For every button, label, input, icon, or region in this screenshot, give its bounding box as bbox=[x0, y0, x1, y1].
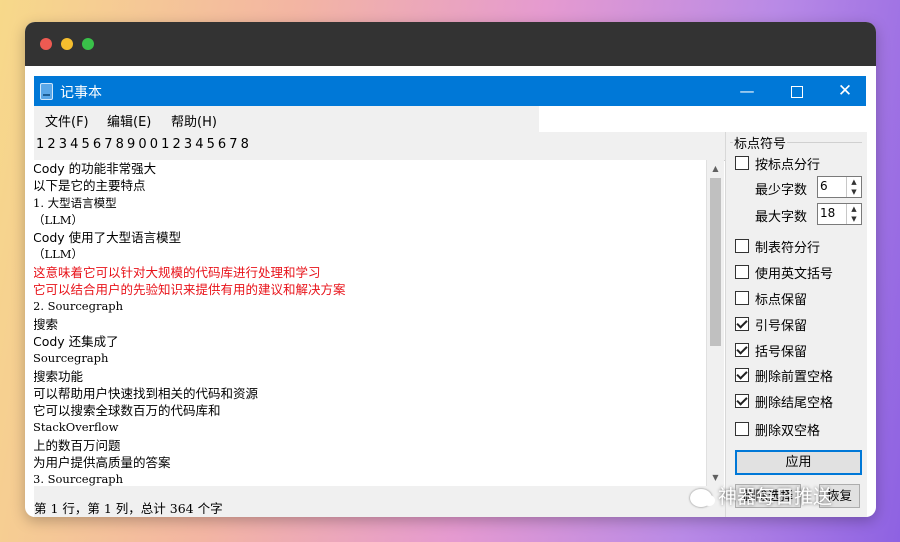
text-editor[interactable]: Cody 的功能非常强大 以下是它的主要特点 1. 大型语言模型 （LLM） Cody … bbox=[34, 160, 706, 486]
status-bar: 第 1 行，第 1 列，总计 364 个字 bbox=[34, 494, 725, 517]
menu-edit[interactable]: 编辑(E) bbox=[107, 111, 151, 130]
editor-line: Cody 的功能非常强大 bbox=[34, 161, 157, 176]
mac-zoom-dot[interactable] bbox=[82, 38, 94, 50]
window-title-bar: 记事本 — ✕ bbox=[34, 76, 866, 106]
spin-down-icon[interactable]: ▼ bbox=[847, 187, 861, 197]
checkbox-label: 使用英文括号 bbox=[755, 266, 834, 282]
checkbox-box[interactable] bbox=[735, 156, 749, 170]
column-ruler: 1234567890012345678 bbox=[34, 132, 725, 161]
min-chars-spinner[interactable]: 6 ▲ ▼ bbox=[817, 176, 862, 198]
checkbox-box[interactable] bbox=[735, 291, 749, 305]
checkbox-label: 删除双空格 bbox=[755, 423, 821, 439]
checkbox-box[interactable] bbox=[735, 239, 749, 253]
checkbox-box[interactable] bbox=[735, 343, 749, 357]
tab-split-checkbox[interactable]: 制表符分行 bbox=[735, 237, 821, 256]
editor-line: 它可以结合用户的先验知识来提供有用的建议和解决方案 bbox=[34, 282, 346, 298]
wechat-icon bbox=[690, 488, 715, 507]
editor-line: 这意味着它可以针对大规模的代码库进行处理和学习 bbox=[34, 264, 321, 280]
checkbox-box[interactable] bbox=[735, 265, 749, 279]
max-chars-value[interactable]: 18 bbox=[820, 206, 835, 220]
spin-down-icon[interactable]: ▼ bbox=[847, 214, 861, 224]
editor-line: 3. Sourcegraph bbox=[34, 472, 124, 486]
editor-line: Sourcegraph bbox=[34, 351, 109, 366]
keep-quotes-checkbox[interactable]: 引号保留 bbox=[735, 315, 808, 334]
trim-trailing-checkbox[interactable]: 删除结尾空格 bbox=[735, 392, 834, 411]
editor-line: 以下是它的主要特点 bbox=[34, 178, 146, 194]
checkbox-label: 引号保留 bbox=[755, 318, 808, 334]
checkbox-box[interactable] bbox=[735, 317, 749, 331]
min-chars-label: 最少字数 bbox=[755, 183, 808, 198]
editor-line: 2. Sourcegraph bbox=[34, 299, 124, 314]
screenshot-frame: 记事本 — ✕ 文件(F) 编辑(E) 帮助(H) 12345678900123… bbox=[25, 22, 876, 517]
editor-line: 可以帮助用户快速找到相关的代码和资源 bbox=[34, 385, 259, 401]
checkbox-box[interactable] bbox=[735, 368, 749, 382]
checkbox-label: 删除前置空格 bbox=[755, 369, 834, 385]
notepad-app-icon bbox=[40, 83, 53, 100]
group-title: 标点符号 bbox=[733, 133, 788, 152]
ruler-digits: 1234567890012345678 bbox=[36, 137, 253, 152]
menu-bar: 文件(F) 编辑(E) 帮助(H) bbox=[34, 106, 539, 132]
checkbox-label: 括号保留 bbox=[755, 344, 808, 360]
close-button[interactable]: ✕ bbox=[822, 76, 868, 106]
mac-minimize-dot[interactable] bbox=[61, 38, 73, 50]
mac-close-dot[interactable] bbox=[40, 38, 52, 50]
checkbox-label: 标点保留 bbox=[755, 292, 808, 308]
checkbox-label: 删除结尾空格 bbox=[755, 395, 834, 411]
editor-line: （LLM） bbox=[34, 247, 84, 262]
checkbox-box[interactable] bbox=[735, 394, 749, 408]
trim-leading-checkbox[interactable]: 删除前置空格 bbox=[735, 366, 834, 385]
apply-button[interactable]: 应用 bbox=[735, 450, 862, 475]
punctuation-panel: 标点符号 按标点分行 最少字数 6 ▲▼ 最大字数 18 ▲▼ 制表符分行 bbox=[725, 132, 867, 517]
editor-line: 上的数百万问题 bbox=[34, 437, 121, 453]
menu-file[interactable]: 文件(F) bbox=[45, 111, 89, 130]
checkbox-label: 按标点分行 bbox=[755, 157, 821, 173]
spin-up-icon[interactable]: ▲ bbox=[847, 177, 861, 187]
status-text: 第 1 行，第 1 列，总计 364 个字 bbox=[34, 501, 223, 516]
notepad-window: 记事本 — ✕ 文件(F) 编辑(E) 帮助(H) 12345678900123… bbox=[34, 76, 867, 517]
editor-line: 搜索功能 bbox=[34, 368, 84, 384]
checkbox-box[interactable] bbox=[735, 422, 749, 436]
window-title: 记事本 bbox=[60, 85, 102, 101]
scroll-thumb[interactable] bbox=[710, 178, 721, 346]
vertical-scrollbar[interactable]: ▲ ▼ bbox=[706, 160, 724, 486]
mac-title-bar bbox=[25, 22, 876, 66]
min-chars-value[interactable]: 6 bbox=[820, 179, 828, 193]
keep-brackets-checkbox[interactable]: 括号保留 bbox=[735, 341, 808, 360]
keep-punct-checkbox[interactable]: 标点保留 bbox=[735, 289, 808, 308]
editor-line: Cody 还集成了 bbox=[34, 333, 119, 349]
editor-line: 搜索 bbox=[34, 316, 59, 332]
scroll-up-icon[interactable]: ▲ bbox=[707, 160, 724, 177]
checkbox-label: 制表符分行 bbox=[755, 240, 821, 256]
editor-line: Cody 使用了大型语言模型 bbox=[34, 230, 182, 246]
watermark-text: 神器每日推送 bbox=[718, 486, 833, 508]
editor-line: 1. 大型语言模型 bbox=[34, 195, 117, 210]
max-chars-spinner[interactable]: 18 ▲ ▼ bbox=[817, 203, 862, 225]
editor-line: 它可以搜索全球数百万的代码库和 bbox=[34, 403, 221, 419]
split-by-punct-checkbox[interactable]: 按标点分行 bbox=[735, 154, 821, 173]
minimize-button[interactable]: — bbox=[724, 76, 770, 106]
menu-help[interactable]: 帮助(H) bbox=[171, 111, 217, 130]
editor-line: StackOverflow bbox=[34, 420, 119, 435]
horizontal-scrollbar[interactable] bbox=[34, 486, 723, 494]
maximize-icon bbox=[791, 85, 803, 98]
editor-line: （LLM） bbox=[34, 212, 84, 227]
maximize-button[interactable] bbox=[774, 76, 820, 106]
english-brackets-checkbox[interactable]: 使用英文括号 bbox=[735, 263, 834, 282]
editor-line: 为用户提供高质量的答案 bbox=[34, 455, 171, 471]
watermark: 神器每日推送 bbox=[690, 482, 832, 509]
spin-up-icon[interactable]: ▲ bbox=[847, 204, 861, 214]
max-chars-label: 最大字数 bbox=[755, 210, 808, 225]
remove-double-space-checkbox[interactable]: 删除双空格 bbox=[735, 420, 821, 439]
